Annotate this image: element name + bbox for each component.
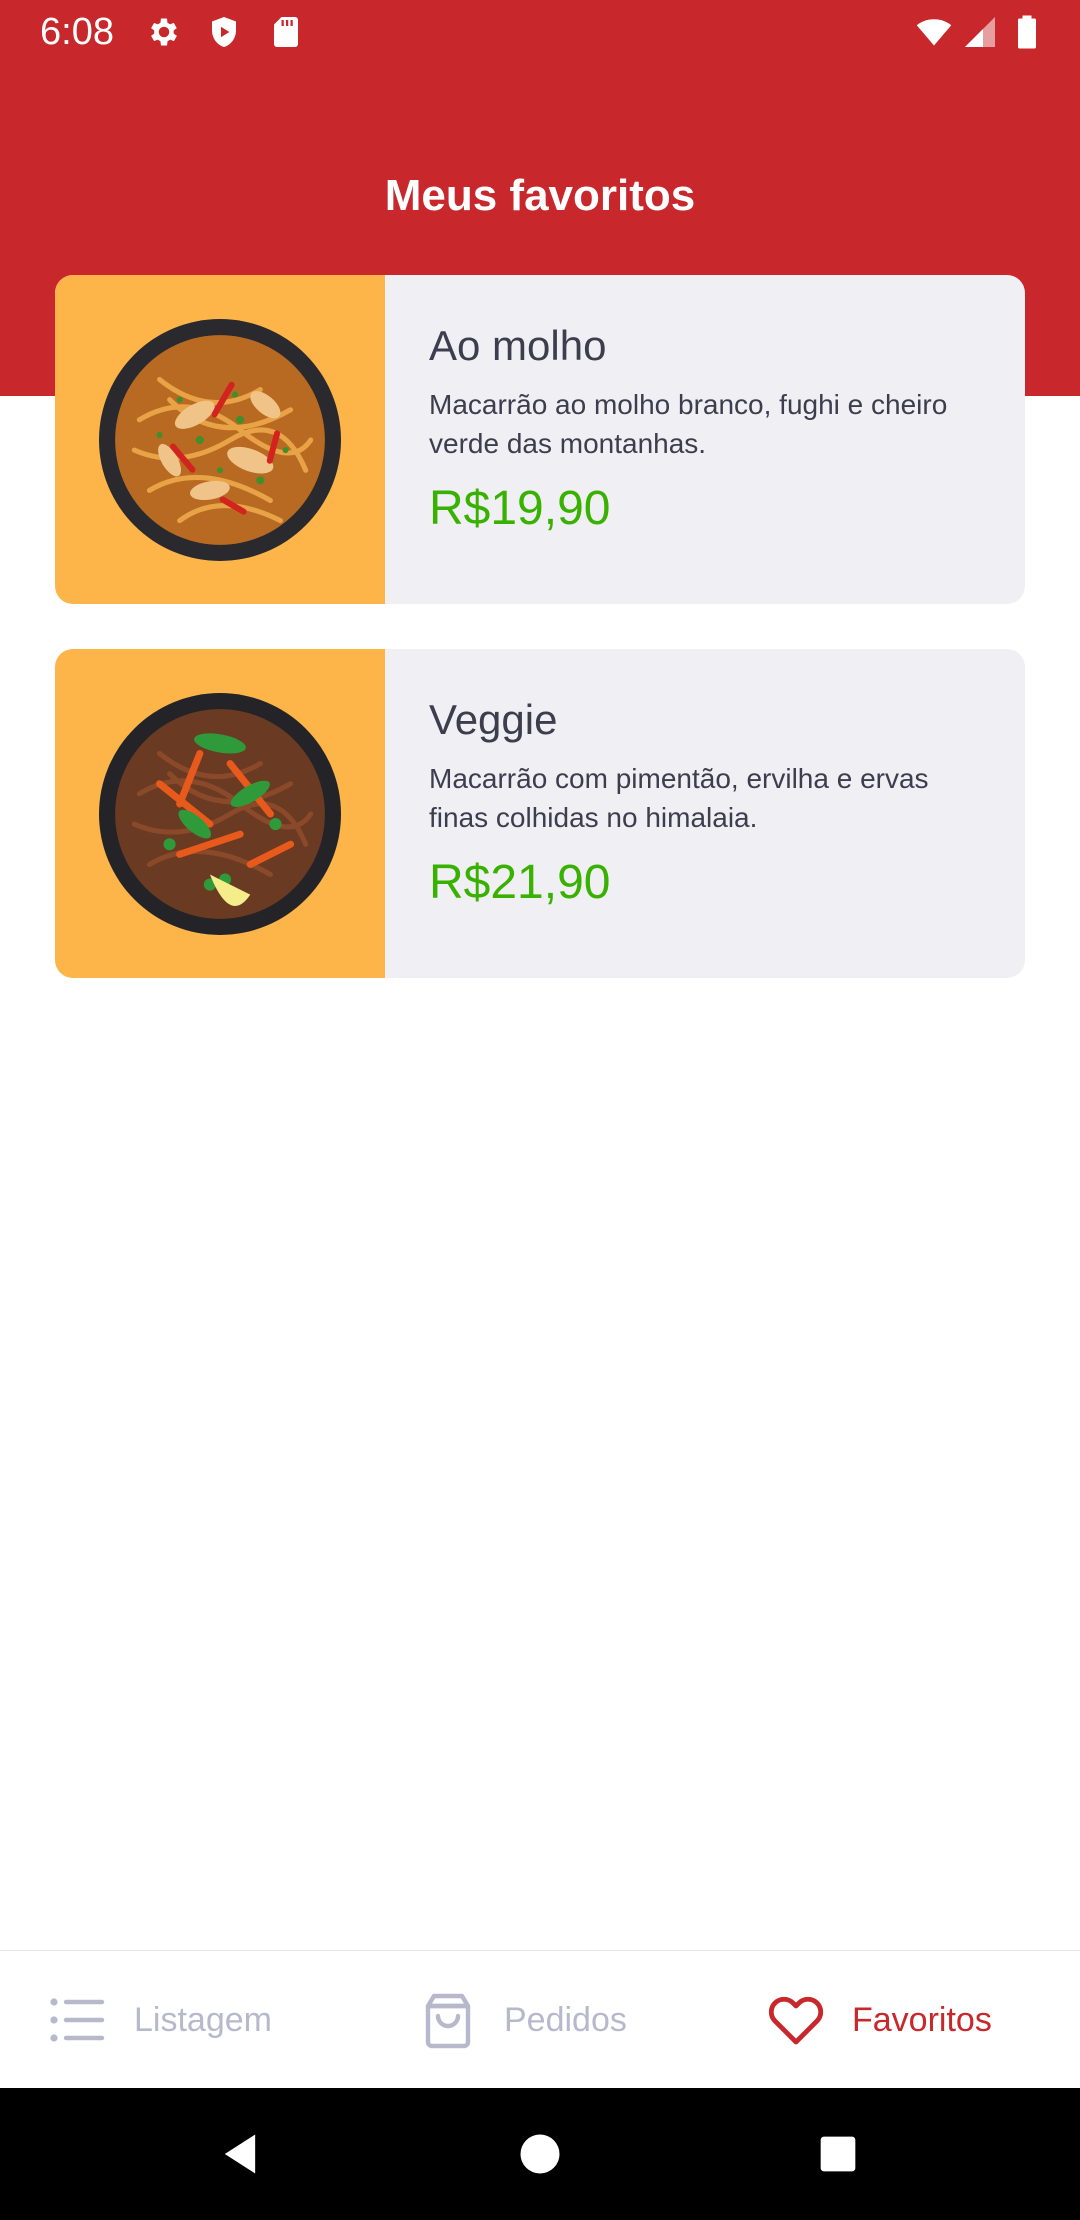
nav-item-pedidos[interactable]: Pedidos — [418, 1951, 627, 2089]
favorite-card[interactable]: Ao molho Macarrão ao molho branco, fughi… — [55, 275, 1025, 604]
dish-price: R$19,90 — [429, 482, 611, 535]
status-time: 6:08 — [40, 11, 114, 53]
bottom-navigation: Listagem Pedidos Favoritos — [0, 1950, 1080, 2088]
dish-image — [99, 319, 341, 561]
heart-icon — [766, 1990, 826, 2050]
nav-item-favoritos[interactable]: Favoritos — [766, 1951, 992, 2089]
gear-icon — [146, 14, 182, 50]
dish-description: Macarrão ao molho branco, fughi e cheiro… — [429, 389, 948, 459]
back-icon[interactable] — [214, 2128, 266, 2180]
dish-image — [99, 693, 341, 935]
card-body: Veggie Macarrão com pimentão, ervilha e … — [429, 693, 989, 913]
system-navigation-bar — [0, 2088, 1080, 2220]
page-title: Meus favoritos — [384, 171, 696, 220]
favorite-card[interactable]: Veggie Macarrão com pimentão, ervilha e … — [55, 649, 1025, 978]
shield-play-icon — [206, 14, 242, 50]
battery-icon — [1010, 14, 1044, 50]
home-icon[interactable] — [514, 2128, 566, 2180]
dish-name: Veggie — [429, 696, 558, 743]
screen: 6:08 Meus favoritos Ao molho Macarrão ao… — [0, 0, 1080, 2220]
dish-image-container — [55, 275, 385, 604]
nav-item-listagem[interactable]: Listagem — [48, 1951, 272, 2089]
dish-price: R$21,90 — [429, 856, 611, 909]
sd-card-icon — [268, 14, 304, 50]
dish-image-container — [55, 649, 385, 978]
wifi-icon — [912, 14, 956, 50]
status-bar: 6:08 — [0, 0, 1080, 64]
signal-icon — [962, 14, 998, 50]
nav-label-favoritos: Favoritos — [852, 2001, 992, 2039]
dish-description: Macarrão com pimentão, ervilha e ervas f… — [429, 763, 929, 833]
nav-label-listagem: Listagem — [134, 2001, 272, 2039]
recents-icon[interactable] — [812, 2128, 864, 2180]
nav-label-pedidos: Pedidos — [504, 2001, 627, 2039]
dish-name: Ao molho — [429, 322, 607, 369]
shopping-bag-icon — [418, 1990, 478, 2050]
list-icon — [48, 1990, 108, 2050]
card-body: Ao molho Macarrão ao molho branco, fughi… — [429, 319, 989, 539]
